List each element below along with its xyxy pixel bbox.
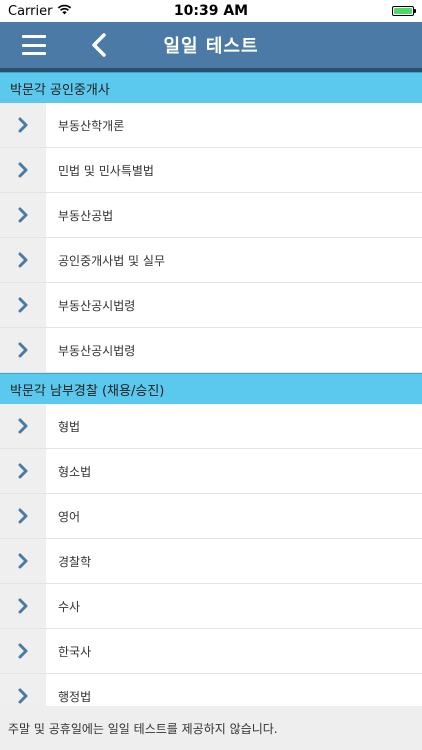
wifi-icon: [57, 4, 72, 19]
page-title: 일일 테스트: [163, 36, 259, 57]
navigation-bar: 일일 테스트: [0, 22, 422, 72]
list-item[interactable]: 부동산공시법령: [0, 283, 422, 328]
list-item-label: 공인중개사법 및 실무: [58, 253, 165, 268]
menu-line: [22, 52, 46, 55]
list-item[interactable]: 부동산공시법령: [0, 328, 422, 373]
battery-fill: [394, 8, 412, 14]
chevron-right-icon: [0, 328, 46, 372]
subject-list: 박문각 공인중개사 부동산학개론 민법 및 민사특별법 부동산공법 공인중개사법…: [0, 72, 422, 719]
list-item-label: 부동산학개론: [58, 118, 125, 133]
chevron-right-icon: [0, 283, 46, 327]
list-item[interactable]: 부동산학개론: [0, 103, 422, 148]
chevron-left-icon[interactable]: [88, 32, 112, 58]
list-item[interactable]: 경찰학: [0, 539, 422, 584]
list-item-label: 영어: [58, 509, 81, 524]
list-item[interactable]: 공인중개사법 및 실무: [0, 238, 422, 283]
menu-line: [22, 43, 46, 47]
footer-notice-text: 주말 및 공휴일에는 일일 테스트를 제공하지 않습니다.: [8, 721, 278, 736]
list-item[interactable]: 민법 및 민사특별법: [0, 148, 422, 193]
list-item-label: 한국사: [58, 644, 92, 659]
status-right: [294, 6, 416, 16]
chevron-right-icon: [0, 494, 46, 538]
list-item-label: 부동산공법: [58, 208, 114, 223]
battery-full-icon: [392, 6, 416, 16]
list-item[interactable]: 형소법: [0, 449, 422, 494]
chevron-right-icon: [0, 404, 46, 448]
list-item[interactable]: 부동산공법: [0, 193, 422, 238]
list-item[interactable]: 한국사: [0, 629, 422, 674]
list-item-label: 부동산공시법령: [58, 298, 136, 313]
footer-notice: 주말 및 공휴일에는 일일 테스트를 제공하지 않습니다.: [0, 706, 422, 750]
chevron-right-icon: [0, 539, 46, 583]
section-header-realtor: 박문각 공인중개사: [0, 72, 422, 103]
list-item-label: 부동산공시법령: [58, 343, 136, 358]
chevron-right-icon: [0, 193, 46, 237]
list-item-label: 형법: [58, 419, 81, 434]
status-left: Carrier: [8, 4, 128, 19]
carrier-label: Carrier: [8, 3, 53, 19]
hamburger-menu-icon[interactable]: [22, 35, 46, 55]
menu-line: [22, 35, 46, 38]
chevron-right-icon: [0, 629, 46, 673]
chevron-right-icon: [0, 103, 46, 147]
chevron-right-icon: [0, 449, 46, 493]
list-item[interactable]: 수사: [0, 584, 422, 629]
chevron-right-icon: [0, 584, 46, 628]
list-item-label: 수사: [58, 599, 81, 614]
list-item[interactable]: 형법: [0, 404, 422, 449]
list-item-label: 형소법: [58, 464, 92, 479]
list-item-label: 민법 및 민사특별법: [58, 163, 154, 178]
status-time: 10:39 AM: [173, 3, 249, 19]
section-header-police: 박문각 남부경찰 (채용/승진): [0, 373, 422, 404]
list-item-label: 경찰학: [58, 554, 92, 569]
chevron-right-icon: [0, 238, 46, 282]
list-item[interactable]: 영어: [0, 494, 422, 539]
status-bar: Carrier 10:39 AM: [0, 0, 422, 22]
chevron-right-icon: [0, 148, 46, 192]
